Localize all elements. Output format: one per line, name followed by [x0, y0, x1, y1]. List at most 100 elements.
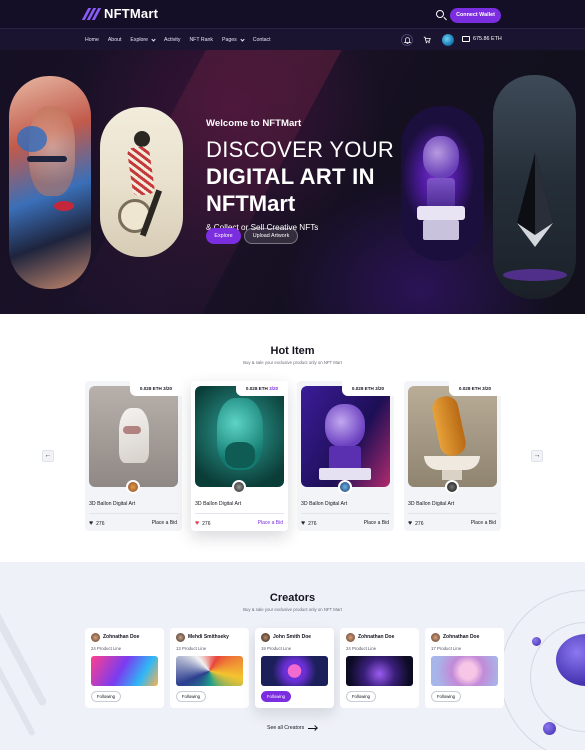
- like-button[interactable]: ♥ 276: [408, 520, 424, 527]
- place-bid-link[interactable]: Place a Bid: [152, 520, 177, 526]
- search-icon[interactable]: [436, 10, 444, 18]
- following-button[interactable]: Following: [91, 691, 121, 702]
- upload-artwork-button[interactable]: Upload Artwork: [244, 228, 298, 244]
- following-button[interactable]: Following: [346, 691, 376, 702]
- hero-art-statue: [401, 106, 484, 261]
- nav-contact[interactable]: Contact: [253, 37, 271, 43]
- hot-item-card[interactable]: 0.028 ETH 3/20 3D Ballon Digital Art ♥ 27…: [297, 381, 394, 531]
- see-all-label: See all Creators: [267, 725, 305, 731]
- like-button[interactable]: ♥ 276: [195, 520, 211, 527]
- logo-icon: [81, 7, 102, 20]
- product-lines: 24 Product Line: [91, 646, 122, 651]
- creator-avatar[interactable]: [338, 480, 352, 494]
- hero-art-painted-face: [9, 76, 91, 289]
- creator-avatar[interactable]: [176, 633, 185, 642]
- creator-card[interactable]: Mehdi Smithseky 13 Product Line Followin…: [170, 628, 249, 708]
- nav-explore-label: Explore: [130, 37, 148, 43]
- wallet-icon: [462, 36, 470, 42]
- hero-headline-line-1: DISCOVER YOUR: [206, 137, 395, 162]
- divider: [301, 513, 390, 514]
- wallet-balance[interactable]: 675.86 ETH: [462, 36, 502, 42]
- nft-image[interactable]: [195, 386, 284, 487]
- creator-artwork[interactable]: [176, 656, 243, 686]
- like-count: 276: [415, 520, 424, 527]
- creators-title: Creators: [269, 592, 316, 604]
- item-name[interactable]: 3D Ballon Digital Art: [195, 501, 241, 507]
- creator-card[interactable]: Zohnathan Doe 24 Product Line Following: [340, 628, 419, 708]
- creator-name[interactable]: Zohnathan Doe: [443, 634, 479, 640]
- carousel-prev-button[interactable]: ←: [42, 450, 54, 462]
- item-name[interactable]: 3D Ballon Digital Art: [408, 501, 454, 507]
- creator-artwork[interactable]: [91, 656, 158, 686]
- like-button[interactable]: ♥ 276: [301, 520, 317, 527]
- nav-explore[interactable]: Explore: [130, 36, 156, 43]
- creator-artwork[interactable]: [431, 656, 498, 686]
- item-name[interactable]: 3D Ballon Digital Art: [89, 501, 135, 507]
- nft-image[interactable]: [408, 386, 497, 487]
- product-lines: 24 Product Line: [346, 646, 377, 651]
- creator-name[interactable]: Mehdi Smithseky: [188, 634, 229, 640]
- explore-button[interactable]: Explore: [206, 228, 241, 244]
- price-value: 0.028 ETH: [351, 386, 374, 391]
- creator-name[interactable]: Zohnathan Doe: [358, 634, 394, 640]
- creator-artwork[interactable]: [346, 656, 413, 686]
- creator-avatar[interactable]: [445, 480, 459, 494]
- hot-item-card[interactable]: 0.028 ETH 3/20 3D Ballon Digital Art ♥ 27…: [404, 381, 501, 531]
- bell-icon[interactable]: [401, 34, 413, 46]
- price-tag: 0.028 ETH 3/20: [130, 381, 182, 396]
- chevron-down-icon: [151, 36, 156, 42]
- following-button[interactable]: Following: [176, 691, 206, 702]
- hot-item-card[interactable]: 0.028 ETH 3/20 3D Ballon Digital Art ♥ 27…: [191, 381, 288, 531]
- creator-avatar[interactable]: [126, 480, 140, 494]
- nav-nft-rank[interactable]: NFT Rank: [189, 37, 213, 43]
- see-all-creators-link[interactable]: See all Creators: [267, 725, 318, 731]
- nav-activity[interactable]: Activity: [164, 37, 180, 43]
- like-count: 276: [202, 520, 211, 527]
- creator-avatar[interactable]: [91, 633, 100, 642]
- creator-avatar[interactable]: [431, 633, 440, 642]
- hero-section: Welcome to NFTMart DISCOVER YOUR DIGITAL…: [0, 50, 585, 314]
- hero-headline-line-2: DIGITAL ART IN: [206, 164, 375, 189]
- price-tag: 0.028 ETH 3/20: [236, 381, 288, 396]
- decorative-planet: [532, 637, 541, 646]
- place-bid-link[interactable]: Place a Bid: [364, 520, 389, 526]
- creator-card[interactable]: Zohnathan Doe 24 Product Line Following: [85, 628, 164, 708]
- price-value: 0.028 ETH: [139, 386, 162, 391]
- hero-art-crystal: [493, 75, 576, 299]
- cart-icon[interactable]: [421, 34, 433, 46]
- nft-image[interactable]: [89, 386, 178, 487]
- nav-home[interactable]: Home: [85, 37, 99, 43]
- like-count: 276: [308, 520, 317, 527]
- hero-headline-line-3: NFTMart: [206, 191, 296, 216]
- creator-avatar[interactable]: [261, 633, 270, 642]
- nav-pages[interactable]: Pages: [222, 36, 245, 43]
- creator-avatar[interactable]: [232, 480, 246, 494]
- hot-item-card[interactable]: 0.028 ETH 3/20 3D Ballon Digital Art ♥ 27…: [85, 381, 182, 531]
- carousel-next-button[interactable]: →: [531, 450, 543, 462]
- hero-text-block: Welcome to NFTMart DISCOVER YOUR DIGITAL…: [206, 118, 394, 232]
- creator-artwork[interactable]: [261, 656, 328, 686]
- nft-image[interactable]: [301, 386, 390, 487]
- nav-activity-label: Activity: [164, 37, 181, 43]
- price-tag: 0.028 ETH 3/20: [449, 381, 501, 396]
- creators-section: Creators Buy & sale your exclusive produ…: [0, 562, 585, 750]
- logo[interactable]: NFTMart: [81, 6, 158, 21]
- like-count: 276: [96, 520, 105, 527]
- edition-count: 3/20: [375, 386, 385, 391]
- creator-name[interactable]: John Smith Doe: [273, 634, 311, 640]
- place-bid-link[interactable]: Place a Bid: [471, 520, 496, 526]
- item-name[interactable]: 3D Ballon Digital Art: [301, 501, 347, 507]
- place-bid-link[interactable]: Place a Bid: [258, 520, 283, 526]
- like-button[interactable]: ♥ 276: [89, 520, 105, 527]
- nav-about[interactable]: About: [108, 37, 122, 43]
- creator-card[interactable]: John Smith Doe 19 Product Line Following: [255, 628, 334, 708]
- following-button[interactable]: Following: [261, 691, 291, 702]
- creator-card[interactable]: Zohnathan Doe 17 Product Line Following: [425, 628, 504, 708]
- connect-wallet-button[interactable]: Connect Wallet: [450, 8, 501, 23]
- following-button[interactable]: Following: [431, 691, 461, 702]
- user-avatar[interactable]: [442, 34, 454, 46]
- creator-name[interactable]: Zohnathan Doe: [103, 634, 139, 640]
- hot-item-subtitle: Buy & sale your exclusive product only o…: [243, 360, 342, 365]
- heart-icon: ♥: [195, 520, 200, 527]
- creator-avatar[interactable]: [346, 633, 355, 642]
